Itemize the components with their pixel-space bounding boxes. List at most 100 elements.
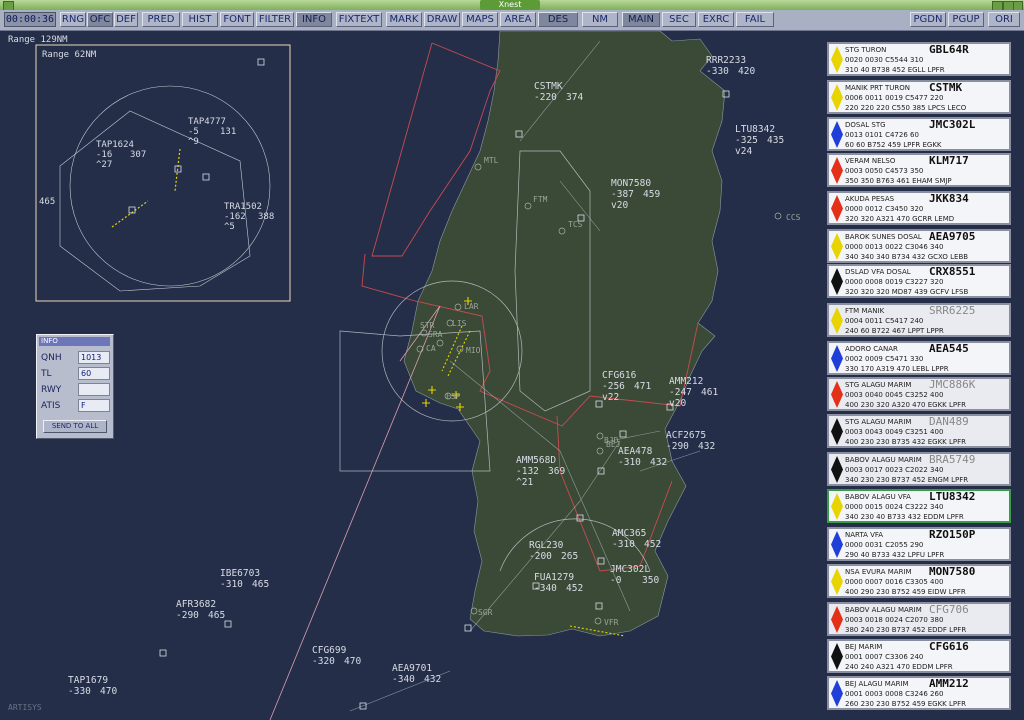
track-callsign: RRR2233 [706, 55, 746, 66]
strip-levels-line: 260 230 230 B752 459 EGKK LPFR [845, 700, 966, 708]
flight-strip[interactable]: BEJ ALAGU MARIM AMM212 0001 0003 0008 C3… [827, 676, 1011, 710]
inset-track-callsign: TRA1502 [224, 202, 262, 212]
track-speed: 420 [738, 66, 755, 77]
strip-levels-line: 320 320 A321 470 GCRR LEMD [845, 215, 955, 223]
pgup-button[interactable]: PGUP [948, 12, 984, 27]
inset-track-ext: ^5 [224, 222, 235, 232]
font-button[interactable]: FONT [220, 12, 254, 27]
fix-esp: ESP [446, 392, 461, 401]
fix-ccs: CCS [786, 213, 801, 222]
rwy-field[interactable] [78, 383, 110, 396]
strip-codes-line: 0000 0008 0019 C3227 320 [845, 278, 944, 286]
atis-field[interactable]: F [78, 399, 110, 412]
strip-route-line: VERAM NELSO [845, 157, 896, 165]
track-extra: ^21 [516, 477, 533, 488]
qnh-field[interactable]: 1013 [78, 351, 110, 364]
flight-strip[interactable]: BABOV ALAGU VFA LTU8342 0000 0015 0024 C… [827, 489, 1011, 523]
strip-codes-line: 0003 0043 0049 C3251 400 [845, 428, 944, 436]
flight-strip[interactable]: BABOV ALAGU MARIM BRA5749 0003 0017 0023… [827, 452, 1011, 486]
strip-direction-icon [831, 233, 843, 260]
flight-strip[interactable]: AKUDA PESAS JKK834 0000 0012 C3450 320 3… [827, 191, 1011, 225]
strip-levels-line: 340 340 340 B734 432 GCXO LEBB [845, 253, 969, 261]
strip-codes-line: 0002 0009 C5471 330 [845, 355, 924, 363]
track-callsign: AEA9701 [392, 663, 432, 674]
ofc-button[interactable]: OFC [87, 12, 113, 27]
strip-codes-line: 0001 0003 0008 C3246 260 [845, 690, 944, 698]
track-speed: 374 [566, 92, 583, 103]
track-callsign: TAP1679 [68, 675, 108, 686]
fail-button[interactable]: FAIL [736, 12, 774, 27]
track-altitude: -330 [706, 66, 729, 77]
flight-strip[interactable]: MANIK PRT TURON CSTMK 0006 0011 0019 C54… [827, 80, 1011, 114]
strip-callsign: RZO150P [929, 528, 976, 541]
pred-button[interactable]: PRED [142, 12, 180, 27]
flight-strip[interactable]: DSLAD VFA DOSAL CRX8551 0000 0008 0019 C… [827, 264, 1011, 298]
track-altitude: -132 [516, 466, 539, 477]
strip-direction-icon [831, 493, 843, 520]
strip-route-line: BABOV ALAGU VFA [845, 493, 911, 501]
strip-levels-line: 400 230 320 A320 470 EGKK LPFR [845, 401, 966, 409]
flight-strip[interactable]: STG ALAGU MARIM DAN489 0003 0043 0049 C3… [827, 414, 1011, 448]
rng-button[interactable]: RNG [60, 12, 86, 27]
maps-button[interactable]: MAPS [462, 12, 498, 27]
flight-strip[interactable]: NSA EVURA MARIM MON7580 0000 0007 0016 C… [827, 564, 1011, 598]
flight-strip[interactable]: STG ALAGU MARIM JMC886K 0003 0040 0045 C… [827, 377, 1011, 411]
fixtext-button[interactable]: FIXTEXT [336, 12, 382, 27]
exrc-button[interactable]: EXRC [698, 12, 734, 27]
strip-route-line: ADORO CANAR [845, 345, 898, 353]
strip-route-line: STG ALAGU MARIM [845, 381, 912, 389]
sec-button[interactable]: SEC [662, 12, 696, 27]
strip-levels-line: 290 40 B733 432 LPFU LPFR [845, 551, 945, 559]
strip-route-line: MANIK PRT TURON [845, 84, 911, 92]
strip-route-line: DSLAD VFA DOSAL [845, 268, 911, 276]
flight-strip[interactable]: DOSAL STG JMC302L 0013 0101 C4726 60 60 … [827, 117, 1011, 151]
strip-levels-line: 340 230 230 B737 452 ENGM LPFR [845, 476, 969, 484]
strip-codes-line: 0006 0011 0019 C5477 220 [845, 94, 944, 102]
inset-track-callsign: TAP1624 [96, 140, 134, 150]
des-button[interactable]: DES [538, 12, 578, 27]
mark-button[interactable]: MARK [386, 12, 422, 27]
track-callsign: ACF2675 [666, 430, 706, 441]
filter-button[interactable]: FILTER [256, 12, 294, 27]
strip-codes-line: 0000 0031 C2055 290 [845, 541, 924, 549]
hist-button[interactable]: HIST [182, 12, 218, 27]
strip-direction-icon [831, 46, 843, 73]
flight-strip[interactable]: NARTA VFA RZO150P 0000 0031 C2055 290 29… [827, 527, 1011, 561]
draw-button[interactable]: DRAW [424, 12, 460, 27]
flight-strip[interactable]: VERAM NELSO KLM717 0003 0050 C4573 350 3… [827, 153, 1011, 187]
inset-window[interactable] [35, 44, 291, 302]
flight-strip[interactable]: ADORO CANAR AEA545 0002 0009 C5471 330 3… [827, 341, 1011, 375]
info-button[interactable]: INFO [296, 12, 332, 27]
fix-ca: CA [426, 344, 436, 353]
nm-button[interactable]: NM [582, 12, 618, 27]
track-callsign: MON7580 [611, 178, 651, 189]
fix-str: STR [420, 321, 435, 330]
strip-direction-icon [831, 418, 843, 445]
strip-route-line: FTM MANIK [845, 307, 885, 315]
strip-levels-line: 240 240 A321 470 EDDM LPFR [845, 663, 953, 671]
track-speed: 432 [698, 441, 715, 452]
info-panel-title: INFO [39, 337, 110, 346]
flight-strip[interactable]: FTM MANIK SRR6225 0004 0011 C5417 240 24… [827, 303, 1011, 337]
send-to-all-button[interactable]: SEND TO ALL [43, 420, 107, 433]
ori-button[interactable]: ORI [988, 12, 1020, 27]
inset-track-callsign: TAP4777 [188, 117, 226, 127]
flight-strip[interactable]: BABOV ALAGU MARIM CFG706 0003 0018 0024 … [827, 602, 1011, 636]
track-callsign: LTU8342 [735, 124, 775, 135]
def-button[interactable]: DEF [114, 12, 138, 27]
track-extra: v20 [669, 398, 686, 409]
track-callsign: AMM568D [516, 455, 556, 466]
strip-route-line: BEJ ALAGU MARIM [845, 680, 909, 688]
flight-strip[interactable]: BAROK SUNES DOSAL AEA9705 0000 0013 0022… [827, 229, 1011, 263]
fix-sra: SRA [428, 330, 443, 339]
flight-strip[interactable]: STG TURON GBL64R 0020 0030 C5544 310 310… [827, 42, 1011, 76]
flight-strip[interactable]: BEJ MARIM CFG616 0001 0007 C3306 240 240… [827, 639, 1011, 673]
tl-field[interactable]: 60 [78, 367, 110, 380]
inset-track-speed: 307 [130, 150, 146, 160]
main-button[interactable]: MAIN [622, 12, 660, 27]
range-main-label: Range 129NM [8, 35, 68, 45]
strip-route-line: BABOV ALAGU MARIM [845, 606, 922, 614]
area-button[interactable]: AREA [500, 12, 536, 27]
pgdn-button[interactable]: PGDN [910, 12, 946, 27]
strip-direction-icon [831, 84, 843, 111]
